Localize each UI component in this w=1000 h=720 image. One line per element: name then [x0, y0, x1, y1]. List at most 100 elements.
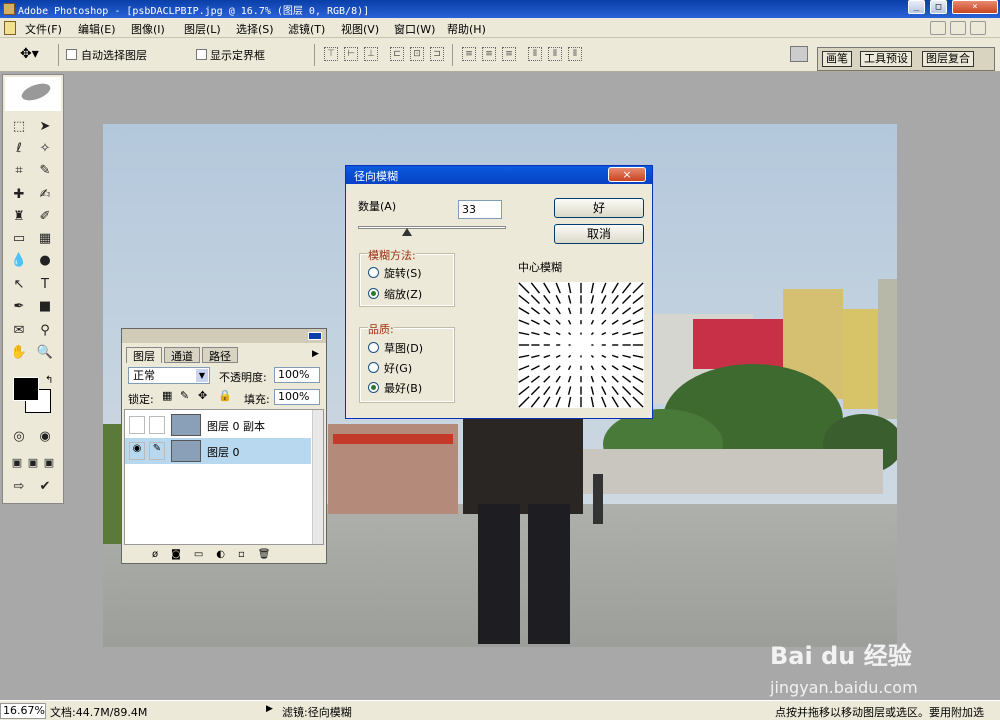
screen-mode-full-icon[interactable]: ▣: [39, 453, 59, 473]
align-left-icon[interactable]: ⊏: [390, 47, 404, 61]
menu-image[interactable]: 图像(I): [131, 21, 165, 37]
layer-row[interactable]: 图层 0 副本: [125, 412, 311, 438]
minimize-button[interactable]: _: [908, 0, 925, 14]
group-icon[interactable]: ▭: [194, 549, 216, 560]
path-select-icon[interactable]: ↖: [9, 275, 29, 295]
distribute-hcenter-icon[interactable]: ⦀: [548, 47, 562, 61]
lock-position-icon[interactable]: ✥: [198, 389, 207, 402]
healing-icon[interactable]: ✚: [9, 185, 29, 205]
zoom-radio[interactable]: [368, 288, 379, 299]
amount-slider-thumb[interactable]: [401, 228, 412, 236]
gradient-icon[interactable]: ▦: [35, 229, 55, 249]
ok-button[interactable]: 好: [554, 198, 644, 218]
close-icon[interactable]: ×: [608, 167, 646, 182]
move-tool-icon[interactable]: ✥▾: [20, 46, 39, 62]
show-bounds-checkbox[interactable]: [196, 49, 207, 60]
palette-close-button[interactable]: [308, 332, 322, 340]
trash-icon[interactable]: 🗑: [258, 549, 284, 560]
doc-close-button[interactable]: [970, 21, 986, 35]
restore-button[interactable]: □: [930, 0, 947, 14]
menu-layer[interactable]: 图层(L): [184, 21, 221, 37]
crop-icon[interactable]: ⌗: [9, 161, 29, 181]
new-layer-icon[interactable]: ▫: [238, 549, 258, 560]
menu-view[interactable]: 视图(V): [341, 21, 379, 37]
good-radio[interactable]: [368, 362, 379, 373]
history-brush-icon[interactable]: ✐: [35, 207, 55, 227]
align-vcenter-icon[interactable]: ⊢: [344, 47, 358, 61]
tab-paths[interactable]: 路径: [202, 347, 238, 363]
palette-menu-icon[interactable]: ▶: [312, 349, 319, 359]
menu-file[interactable]: 文件(F): [25, 21, 62, 37]
pen-icon[interactable]: ✒: [9, 297, 29, 317]
type-icon[interactable]: T: [35, 275, 55, 295]
lock-all-icon[interactable]: 🔒: [218, 389, 232, 402]
blur-icon[interactable]: 💧: [9, 251, 29, 271]
tab-layer-comps[interactable]: 图层复合: [922, 51, 974, 67]
marquee-icon[interactable]: ⬚: [9, 117, 29, 137]
cancel-button[interactable]: 取消: [554, 224, 644, 244]
layer-style-icon[interactable]: ø: [152, 549, 171, 560]
dodge-icon[interactable]: ●: [35, 251, 55, 271]
menu-help[interactable]: 帮助(H): [447, 21, 486, 37]
file-browser-icon[interactable]: [790, 46, 808, 62]
layer-row-selected[interactable]: ◉ ✎ 图层 0: [125, 438, 311, 464]
imageready-icon[interactable]: ⇨: [9, 477, 29, 497]
shape-icon[interactable]: ■: [35, 297, 55, 317]
chevron-down-icon[interactable]: ▼: [196, 369, 208, 382]
zoom-field[interactable]: 16.67%: [0, 703, 46, 719]
adjustment-icon[interactable]: ◐: [216, 549, 238, 560]
best-radio[interactable]: [368, 382, 379, 393]
lock-image-icon[interactable]: ✎: [180, 389, 189, 402]
palette-titlebar[interactable]: [122, 329, 326, 343]
notes-icon[interactable]: ✉: [9, 321, 29, 341]
auto-select-checkbox[interactable]: [66, 49, 77, 60]
zoom-icon[interactable]: 🔍: [35, 343, 55, 363]
jump-icon[interactable]: ✔: [35, 477, 55, 497]
align-right-icon[interactable]: ⊐: [430, 47, 444, 61]
brush-icon[interactable]: ✍: [35, 185, 55, 205]
dialog-titlebar[interactable]: 径向模糊 ×: [346, 166, 652, 184]
swap-colors-icon[interactable]: ↰: [45, 375, 53, 386]
lasso-icon[interactable]: ℓ: [9, 139, 29, 159]
amount-slider-track[interactable]: [358, 226, 506, 229]
doc-min-button[interactable]: [930, 21, 946, 35]
distribute-left-icon[interactable]: ⦀: [528, 47, 542, 61]
quickmask-mode-icon[interactable]: ◉: [35, 427, 55, 447]
doc-restore-button[interactable]: [950, 21, 966, 35]
visibility-toggle[interactable]: [129, 416, 145, 434]
move-icon[interactable]: ➤: [35, 117, 55, 137]
eye-icon[interactable]: ◉: [129, 442, 145, 460]
tab-channels[interactable]: 通道: [164, 347, 200, 363]
distribute-right-icon[interactable]: ⦀: [568, 47, 582, 61]
amount-input[interactable]: 33: [458, 200, 502, 219]
magic-wand-icon[interactable]: ✧: [35, 139, 55, 159]
menu-filter[interactable]: 滤镜(T): [288, 21, 325, 37]
standard-mode-icon[interactable]: ◎: [9, 427, 29, 447]
distribute-vcenter-icon[interactable]: ≡: [482, 47, 496, 61]
opacity-input[interactable]: 100%: [274, 367, 320, 383]
eraser-icon[interactable]: ▭: [9, 229, 29, 249]
fill-input[interactable]: 100%: [274, 389, 320, 405]
mask-icon[interactable]: ◙: [171, 549, 194, 560]
distribute-bottom-icon[interactable]: ≡: [502, 47, 516, 61]
stamp-icon[interactable]: ♜: [9, 207, 29, 227]
distribute-top-icon[interactable]: ≡: [462, 47, 476, 61]
brush-icon[interactable]: ✎: [149, 442, 165, 460]
link-toggle[interactable]: [149, 416, 165, 434]
menu-select[interactable]: 选择(S): [236, 21, 274, 37]
align-top-icon[interactable]: ⊤: [324, 47, 338, 61]
slice-icon[interactable]: ✎: [35, 161, 55, 181]
play-icon[interactable]: ▶: [266, 704, 273, 714]
tab-brushes[interactable]: 画笔: [822, 51, 852, 67]
tab-tool-presets[interactable]: 工具预设: [860, 51, 912, 67]
menu-edit[interactable]: 编辑(E): [78, 21, 116, 37]
draft-radio[interactable]: [368, 342, 379, 353]
blur-center-preview[interactable]: [518, 282, 644, 408]
hand-icon[interactable]: ✋: [9, 343, 29, 363]
layers-scrollbar[interactable]: [312, 410, 323, 544]
spin-radio[interactable]: [368, 267, 379, 278]
lock-transparency-icon[interactable]: ▦: [162, 389, 172, 402]
align-bottom-icon[interactable]: ⊥: [364, 47, 378, 61]
align-hcenter-icon[interactable]: ⊡: [410, 47, 424, 61]
menu-window[interactable]: 窗口(W): [394, 21, 435, 37]
